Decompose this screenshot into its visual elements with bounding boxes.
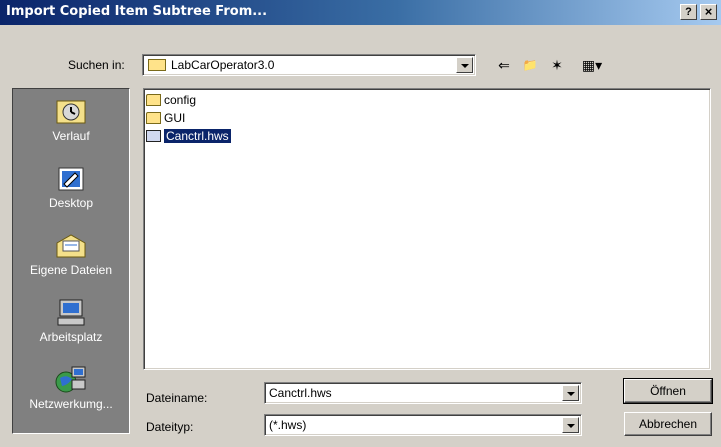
- help-button[interactable]: ?: [680, 4, 697, 20]
- place-my-computer[interactable]: Arbeitsplatz: [13, 298, 129, 344]
- folder-icon: [146, 94, 161, 106]
- close-button[interactable]: ×: [700, 4, 717, 20]
- history-icon: [55, 97, 87, 127]
- network-icon: [55, 365, 87, 395]
- file-icon: [146, 130, 161, 142]
- file-name: GUI: [164, 111, 186, 125]
- place-label: Eigene Dateien: [29, 263, 113, 277]
- lookin-value: LabCarOperator3.0: [171, 58, 275, 72]
- view-menu-icon[interactable]: ▦▾: [575, 56, 609, 74]
- places-bar: Verlauf Desktop Eigene Dateien Arbeitspl…: [12, 88, 130, 434]
- list-item[interactable]: config: [146, 93, 196, 109]
- place-label: Netzwerkumg...: [29, 397, 113, 411]
- filename-label: Dateiname:: [146, 391, 208, 405]
- place-label: Desktop: [48, 196, 94, 210]
- new-folder-icon[interactable]: ✶: [547, 56, 567, 74]
- filetype-label: Dateityp:: [146, 420, 194, 434]
- lookin-combobox[interactable]: LabCarOperator3.0: [142, 54, 476, 76]
- place-network[interactable]: Netzwerkumg...: [13, 365, 129, 411]
- file-name: Canctrl.hws: [164, 129, 231, 143]
- folder-icon: [146, 112, 161, 124]
- lookin-label: Suchen in:: [68, 58, 125, 72]
- up-folder-icon[interactable]: 📁: [520, 56, 540, 74]
- desktop-icon: [55, 164, 87, 194]
- filename-field[interactable]: Canctrl.hws: [264, 382, 582, 404]
- filename-value: Canctrl.hws: [269, 386, 332, 400]
- list-item[interactable]: Canctrl.hws: [146, 129, 231, 145]
- back-icon[interactable]: ⇐: [494, 56, 514, 74]
- filetype-select[interactable]: (*.hws): [264, 414, 582, 436]
- cancel-button[interactable]: Abbrechen: [624, 412, 712, 436]
- open-button[interactable]: Öffnen: [623, 378, 713, 404]
- chevron-down-icon[interactable]: [562, 417, 579, 433]
- place-history[interactable]: Verlauf: [13, 97, 129, 143]
- list-item[interactable]: GUI: [146, 111, 185, 127]
- place-label: Arbeitsplatz: [39, 330, 103, 344]
- place-desktop[interactable]: Desktop: [13, 164, 129, 210]
- window-title: Import Copied Item Subtree From...: [6, 4, 268, 19]
- place-my-documents[interactable]: Eigene Dateien: [13, 231, 129, 277]
- file-name: config: [164, 93, 197, 107]
- my-computer-icon: [55, 298, 87, 328]
- place-label: Verlauf: [52, 129, 90, 143]
- my-documents-icon: [55, 231, 87, 261]
- chevron-down-icon[interactable]: [562, 385, 579, 401]
- file-list[interactable]: config GUI Canctrl.hws: [143, 88, 711, 370]
- filetype-value: (*.hws): [269, 418, 307, 432]
- folder-icon: [148, 59, 166, 71]
- chevron-down-icon[interactable]: [456, 57, 473, 73]
